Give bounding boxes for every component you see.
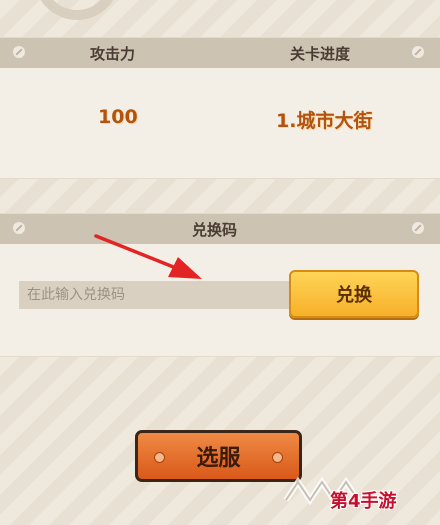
bolt-icon	[272, 452, 283, 463]
progress-value: 1.城市大街	[276, 110, 373, 132]
redeem-button[interactable]: 兑换	[289, 270, 419, 318]
screw-icon	[412, 46, 424, 58]
progress-label: 关卡进度	[290, 44, 351, 63]
screw-icon	[13, 222, 25, 234]
redeem-code-input[interactable]	[19, 281, 289, 309]
bolt-icon	[154, 452, 165, 463]
select-server-label: 选服	[196, 446, 241, 471]
screw-icon	[13, 46, 25, 58]
stats-panel: 攻击力 关卡进度 100 1.城市大街	[0, 37, 440, 179]
gear-decoration-icon	[40, 0, 114, 20]
stats-header: 攻击力 关卡进度	[0, 38, 440, 68]
watermark-text: 第4手游	[330, 491, 397, 512]
attack-value: 100	[98, 106, 138, 128]
screw-icon	[412, 222, 424, 234]
select-server-button[interactable]: 选服	[135, 430, 302, 482]
redeem-title: 兑换码	[192, 220, 238, 239]
attack-label: 攻击力	[90, 44, 136, 63]
redeem-button-label: 兑换	[336, 285, 372, 306]
redeem-header: 兑换码	[0, 214, 440, 244]
